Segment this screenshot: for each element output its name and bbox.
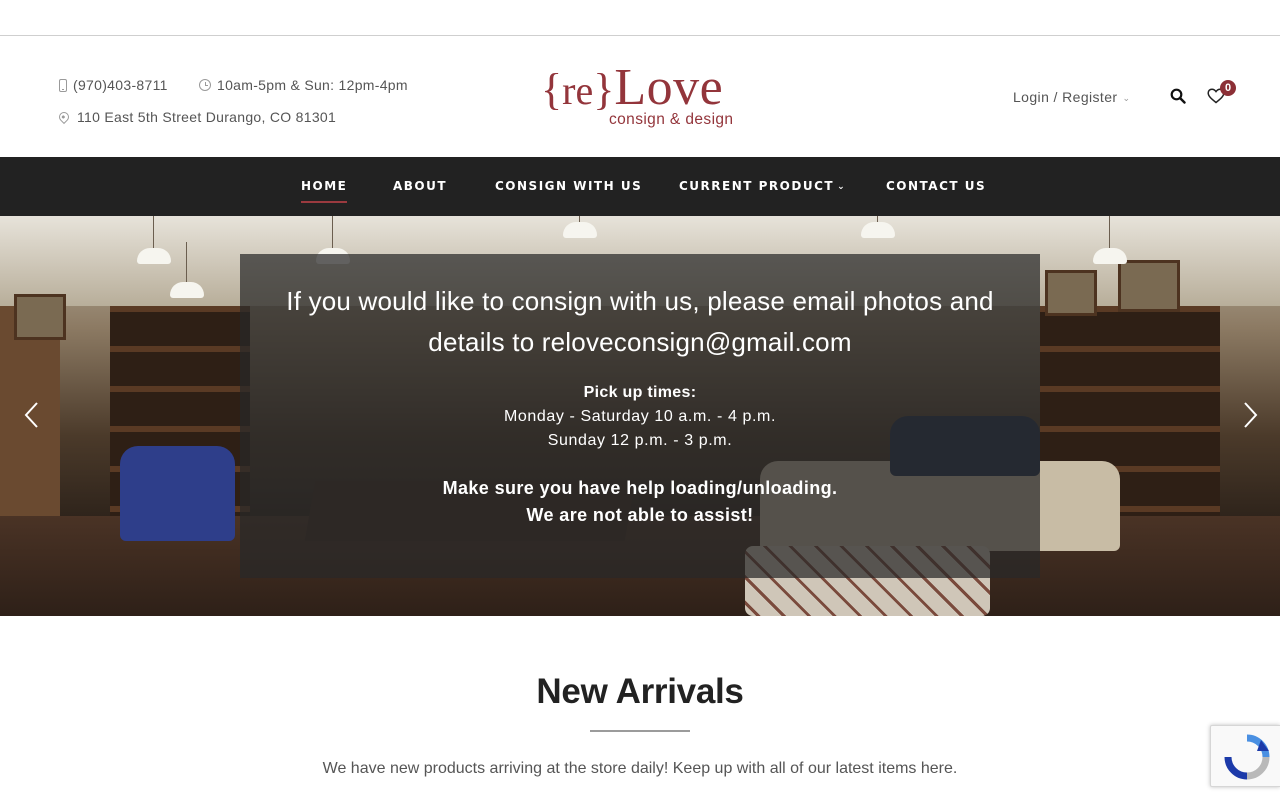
nav-item-label: CONSIGN WITH US xyxy=(495,179,643,193)
nav-item-current-product[interactable]: CURRENT PRODUCT ⌄ xyxy=(679,179,846,193)
nav-item-label: CONTACT US xyxy=(886,179,987,193)
hero-photo-lamp xyxy=(563,216,597,238)
slider-prev-arrow[interactable] xyxy=(22,400,42,430)
chevron-down-icon: ⌄ xyxy=(837,181,847,192)
nav-item-home[interactable]: HOME xyxy=(301,179,348,203)
search-icon[interactable] xyxy=(1170,88,1186,104)
site-logo[interactable]: {re}Love consign & design xyxy=(541,59,741,132)
pickup-weekday-hours: Monday - Saturday 10 a.m. - 4 p.m. xyxy=(503,408,777,425)
new-arrivals-title: New Arrivals xyxy=(536,672,744,711)
map-pin-icon xyxy=(56,109,72,125)
hero-photo-armchair xyxy=(120,446,235,541)
logo-tagline: consign & design xyxy=(609,111,734,128)
clock-icon xyxy=(199,79,211,91)
site-header: (970)403-8711 10am-5pm & Sun: 12pm-4pm 1… xyxy=(0,36,1280,157)
new-arrivals-subtitle: We have new products arriving at the sto… xyxy=(322,760,958,777)
assist-notice: We are not able to assist! xyxy=(526,505,754,525)
phone-icon xyxy=(59,78,67,92)
store-address: 110 East 5th Street Durango, CO 81301 xyxy=(56,109,337,125)
wishlist-button[interactable]: 0 xyxy=(1207,80,1239,106)
nav-item-label: HOME xyxy=(301,179,348,193)
slider-next-arrow[interactable] xyxy=(1240,400,1260,430)
recaptcha-badge[interactable] xyxy=(1210,725,1280,787)
phone-contact[interactable]: (970)403-8711 xyxy=(59,77,168,93)
main-nav: HOME ABOUT CONSIGN WITH US CURRENT PRODU… xyxy=(0,157,1280,216)
hero-photo-lamp xyxy=(170,242,204,298)
recaptcha-icon xyxy=(1224,734,1270,780)
chevron-down-icon: ⌄ xyxy=(1122,92,1131,103)
address-text: 110 East 5th Street Durango, CO 81301 xyxy=(77,109,337,125)
section-divider xyxy=(590,730,690,732)
hero-photo-lamp xyxy=(861,216,895,238)
nav-item-consign[interactable]: CONSIGN WITH US xyxy=(495,179,642,193)
nav-item-label: ABOUT xyxy=(393,179,448,193)
hero-photo-lamp xyxy=(137,216,171,264)
loading-notice: Make sure you have help loading/unloadin… xyxy=(442,478,838,498)
active-nav-underline xyxy=(301,201,348,203)
nav-item-label: CURRENT PRODUCT xyxy=(679,179,835,193)
hero-consign-message: If you would like to consign with us, pl… xyxy=(286,286,994,357)
pickup-times-label: Pick up times: xyxy=(583,384,697,401)
login-register-label: Login / Register xyxy=(1013,89,1118,105)
hero-photo-frame xyxy=(14,294,66,340)
hero-photo-frame xyxy=(1118,260,1180,312)
store-hours: 10am-5pm & Sun: 12pm-4pm xyxy=(199,77,408,93)
hero-photo-frame xyxy=(1045,270,1097,316)
hours-text: 10am-5pm & Sun: 12pm-4pm xyxy=(217,77,408,93)
logo-wordmark: {re}Love xyxy=(541,59,724,116)
phone-number: (970)403-8711 xyxy=(73,77,168,93)
top-bar xyxy=(0,0,1280,36)
pickup-sunday-hours: Sunday 12 p.m. - 3 p.m. xyxy=(547,432,733,449)
hero-photo-lamp xyxy=(1093,216,1127,264)
hero-message-box: If you would like to consign with us, pl… xyxy=(240,254,1040,578)
wishlist-count-badge: 0 xyxy=(1220,80,1236,96)
nav-item-contact[interactable]: CONTACT US xyxy=(886,179,986,193)
login-register-link[interactable]: Login / Register ⌄ xyxy=(1013,89,1130,105)
nav-item-about[interactable]: ABOUT xyxy=(393,179,447,193)
hero-slider: If you would like to consign with us, pl… xyxy=(0,216,1280,616)
